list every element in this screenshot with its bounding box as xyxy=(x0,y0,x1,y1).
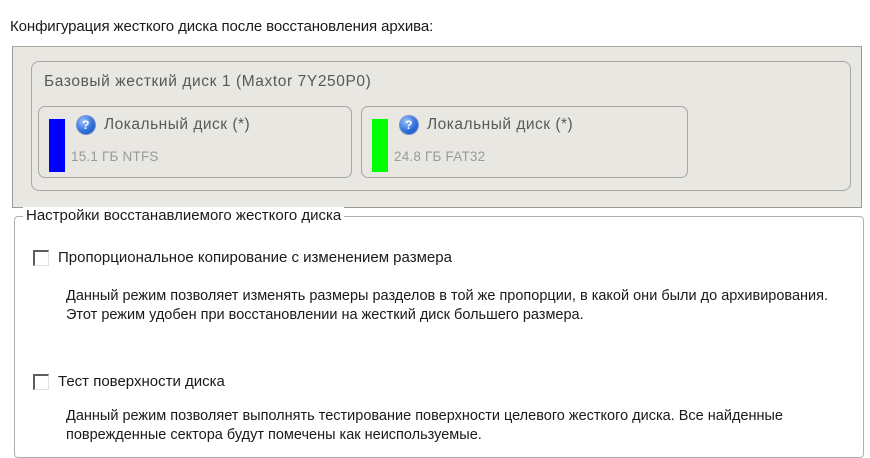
partition-1[interactable]: ? Локальный диск (*) 15.1 ГБ NTFS xyxy=(38,106,352,178)
partition-1-color-bar xyxy=(49,119,65,172)
help-icon[interactable]: ? xyxy=(77,116,95,134)
surface-test-label[interactable]: Тест поверхности диска xyxy=(58,373,225,390)
settings-legend: Настройки восстанавлиемого жесткого диск… xyxy=(23,207,345,224)
restore-disk-panel: Конфигурация жесткого диска после восста… xyxy=(0,0,870,458)
proportional-copy-option[interactable]: Пропорциональное копирование с изменение… xyxy=(33,249,452,266)
partition-2-info: 24.8 ГБ FAT32 xyxy=(394,149,486,164)
surface-test-description: Данный режим позволяет выполнять тестиро… xyxy=(66,408,783,443)
disk-title: Базовый жесткий диск 1 (Maxtor 7Y250P0) xyxy=(44,73,372,90)
surface-test-option[interactable]: Тест поверхности диска xyxy=(33,373,225,390)
partition-1-info: 15.1 ГБ NTFS xyxy=(71,149,159,164)
proportional-copy-checkbox[interactable] xyxy=(33,249,49,266)
settings-group: Настройки восстанавлиемого жесткого диск… xyxy=(14,207,864,458)
surface-test-checkbox[interactable] xyxy=(33,373,49,390)
partition-2-color-bar xyxy=(372,119,388,172)
proportional-copy-description: Данный режим позволяет изменять размеры … xyxy=(66,288,829,323)
partition-2[interactable]: ? Локальный диск (*) 24.8 ГБ FAT32 xyxy=(361,106,688,178)
help-icon[interactable]: ? xyxy=(400,116,418,134)
disk-config-area: Базовый жесткий диск 1 (Maxtor 7Y250P0) … xyxy=(12,46,862,208)
proportional-copy-label[interactable]: Пропорциональное копирование с изменение… xyxy=(58,249,452,266)
disk-config-heading: Конфигурация жесткого диска после восста… xyxy=(10,18,434,35)
partition-1-label: Локальный диск (*) xyxy=(104,116,251,133)
disk-box[interactable]: Базовый жесткий диск 1 (Maxtor 7Y250P0) … xyxy=(31,61,851,191)
partition-2-label: Локальный диск (*) xyxy=(427,116,574,133)
